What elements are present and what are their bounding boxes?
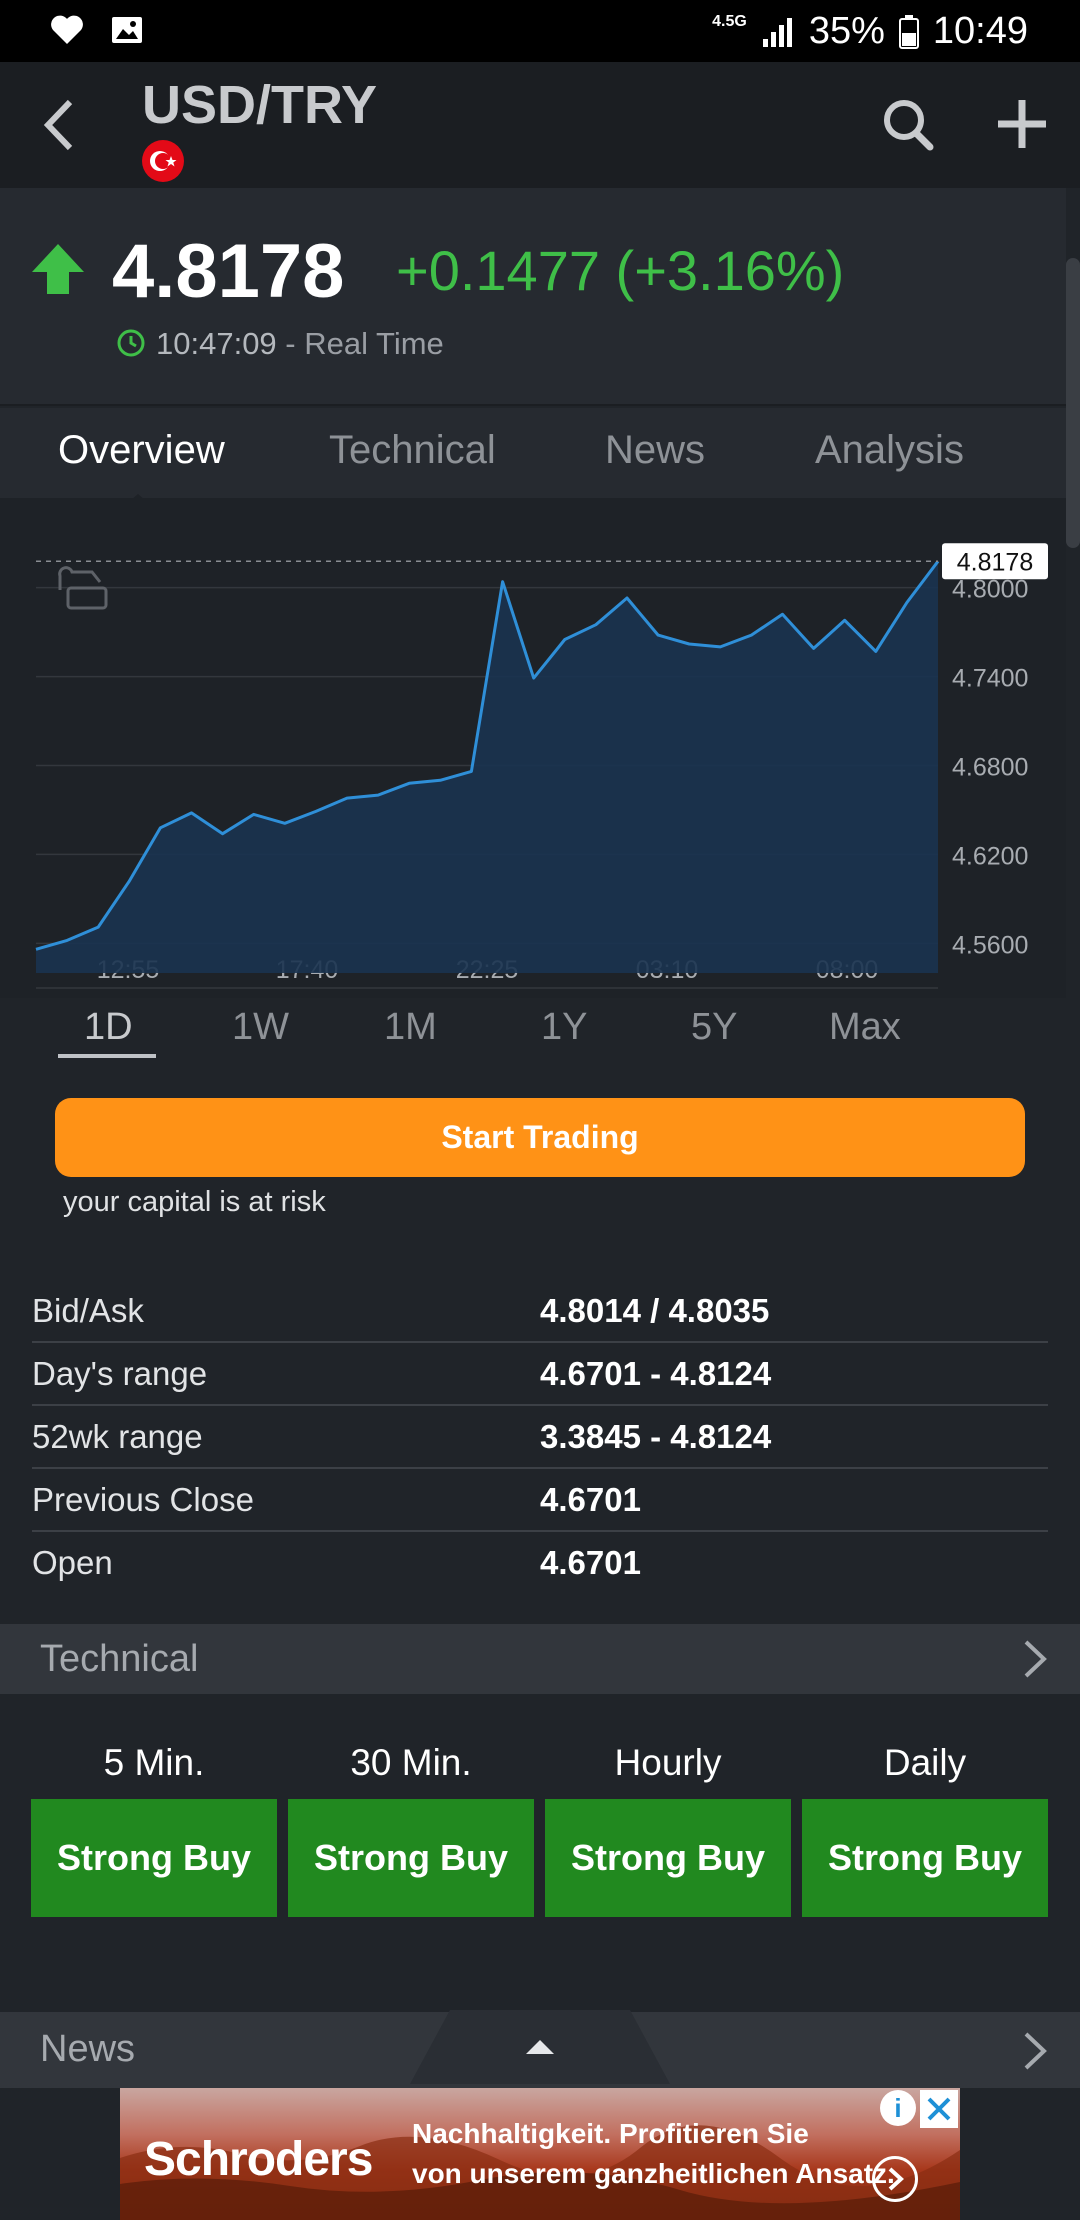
battery-icon [898, 14, 919, 49]
price-chart[interactable]: 4.56004.62004.68004.74004.800012:5517:40… [0, 498, 1066, 998]
close-icon [927, 2097, 951, 2121]
clock-icon [117, 329, 145, 357]
price-panel: 4.8178 +0.1477 (+3.16%) 10:47:09 - Real … [0, 188, 1066, 406]
period-1d[interactable]: 1D [84, 1006, 133, 1049]
price-change: +0.1477 (+3.16%) [396, 239, 845, 302]
ad-text-line2: von unserem ganzheitlichen Ansatz. [412, 2158, 895, 2189]
ad-info-button[interactable]: i [880, 2090, 916, 2126]
period-1m[interactable]: 1M [384, 1006, 437, 1049]
table-row: Day's range 4.6701 - 4.8124 [32, 1343, 1048, 1406]
start-trading-button[interactable]: Start Trading [55, 1098, 1025, 1177]
up-arrow-icon [32, 244, 84, 294]
chevron-left-icon [43, 99, 73, 151]
bid-ask-label: Bid/Ask [32, 1292, 144, 1329]
page-title: USD/TRY [142, 75, 378, 135]
ad-close-button[interactable] [920, 2090, 958, 2128]
scrollbar[interactable] [1066, 258, 1080, 548]
signal-daily[interactable]: Strong Buy [802, 1799, 1048, 1917]
days-range-label: Day's range [32, 1355, 208, 1392]
drawer-handle[interactable] [410, 2010, 670, 2084]
chevron-right-icon [1024, 1640, 1047, 1678]
battery-percent: 35% [808, 10, 885, 52]
y-tick-label: 4.6800 [952, 754, 1028, 782]
last-price-label: 4.8178 [957, 548, 1033, 576]
technical-section-title: Technical [40, 1638, 199, 1680]
bid-ask-value: 4.8014 / 4.8035 [540, 1292, 770, 1329]
table-row: Previous Close 4.6701 [32, 1469, 1048, 1532]
timeframe-30min-label: 30 Min. [350, 1742, 472, 1783]
period-active-underline [58, 1054, 156, 1058]
table-row: Bid/Ask 4.8014 / 4.8035 [32, 1280, 1048, 1343]
52wk-range-label: 52wk range [32, 1418, 203, 1455]
52wk-range-value: 3.3845 - 4.8124 [540, 1418, 772, 1455]
open-label: Open [32, 1544, 113, 1581]
app-header: USD/TRY [0, 62, 1080, 188]
search-icon [884, 100, 934, 151]
y-tick-label: 4.8000 [952, 576, 1028, 604]
clock-time: 10:49 [932, 10, 1028, 52]
signal-5min[interactable]: Strong Buy [31, 1799, 277, 1917]
table-row: Open 4.6701 [32, 1532, 1048, 1595]
signal-30min[interactable]: Strong Buy [288, 1799, 534, 1917]
ad-go-button[interactable] [872, 2156, 918, 2202]
timeframe-5min-label: 5 Min. [103, 1742, 205, 1783]
status-bar: 4.5G 35% 10:49 [0, 0, 1080, 62]
price-chart-panel: 4.56004.62004.68004.74004.800012:5517:40… [0, 498, 1066, 998]
tab-technical[interactable]: Technical [329, 428, 496, 473]
ad-text-line1: Nachhaltigkeit. Profitieren Sie [412, 2118, 809, 2149]
period-max[interactable]: Max [829, 1006, 901, 1049]
y-tick-label: 4.6200 [952, 842, 1028, 870]
tab-analysis[interactable]: Analysis [815, 428, 964, 473]
signal-hourly[interactable]: Strong Buy [545, 1799, 791, 1917]
price-area-fill [36, 561, 938, 973]
days-range-value: 4.6701 - 4.8124 [540, 1355, 772, 1392]
news-section-title: News [40, 2028, 136, 2070]
back-button[interactable] [30, 90, 90, 160]
chevron-right-icon [1024, 2032, 1047, 2070]
last-price: 4.8178 [112, 229, 345, 314]
quote-time: 10:47:09 - Real Time [156, 326, 444, 362]
tab-news[interactable]: News [605, 428, 705, 473]
period-1w[interactable]: 1W [232, 1006, 289, 1049]
network-type: 4.5G [712, 12, 747, 30]
chevron-right-icon [888, 2167, 904, 2191]
image-icon [112, 17, 142, 43]
period-5y[interactable]: 5Y [691, 1006, 737, 1049]
technical-section-header[interactable]: Technical [0, 1624, 1080, 1694]
signal-icon [762, 17, 792, 47]
y-tick-label: 4.5600 [952, 931, 1028, 959]
timeframe-daily-label: Daily [883, 1742, 967, 1783]
timeframe-hourly-label: Hourly [614, 1742, 722, 1783]
table-row: 52wk range 3.3845 - 4.8124 [32, 1406, 1048, 1469]
heart-icon [51, 15, 83, 44]
tab-overview[interactable]: Overview [58, 428, 225, 473]
ad-brand-logo: Schroders [144, 2133, 373, 2186]
period-1y[interactable]: 1Y [541, 1006, 587, 1049]
quote-timestamp: 10:47:09 [156, 326, 277, 361]
search-button[interactable] [876, 90, 940, 160]
y-tick-label: 4.7400 [952, 665, 1028, 693]
tab-bar: Overview Technical News Analysis [0, 408, 1066, 506]
open-value: 4.6701 [540, 1544, 641, 1581]
risk-disclaimer: your capital is at risk [63, 1186, 326, 1218]
add-to-watchlist-button[interactable] [990, 90, 1054, 160]
quote-time-type: - Real Time [276, 326, 444, 361]
ad-text: Nachhaltigkeit. Profitieren Sie von unse… [412, 2114, 895, 2194]
previous-close-value: 4.6701 [540, 1481, 641, 1518]
turkey-flag-icon [142, 140, 184, 182]
plus-icon [998, 100, 1046, 148]
ad-banner[interactable]: Schroders Nachhaltigkeit. Profitieren Si… [120, 2088, 960, 2220]
previous-close-label: Previous Close [32, 1481, 254, 1518]
